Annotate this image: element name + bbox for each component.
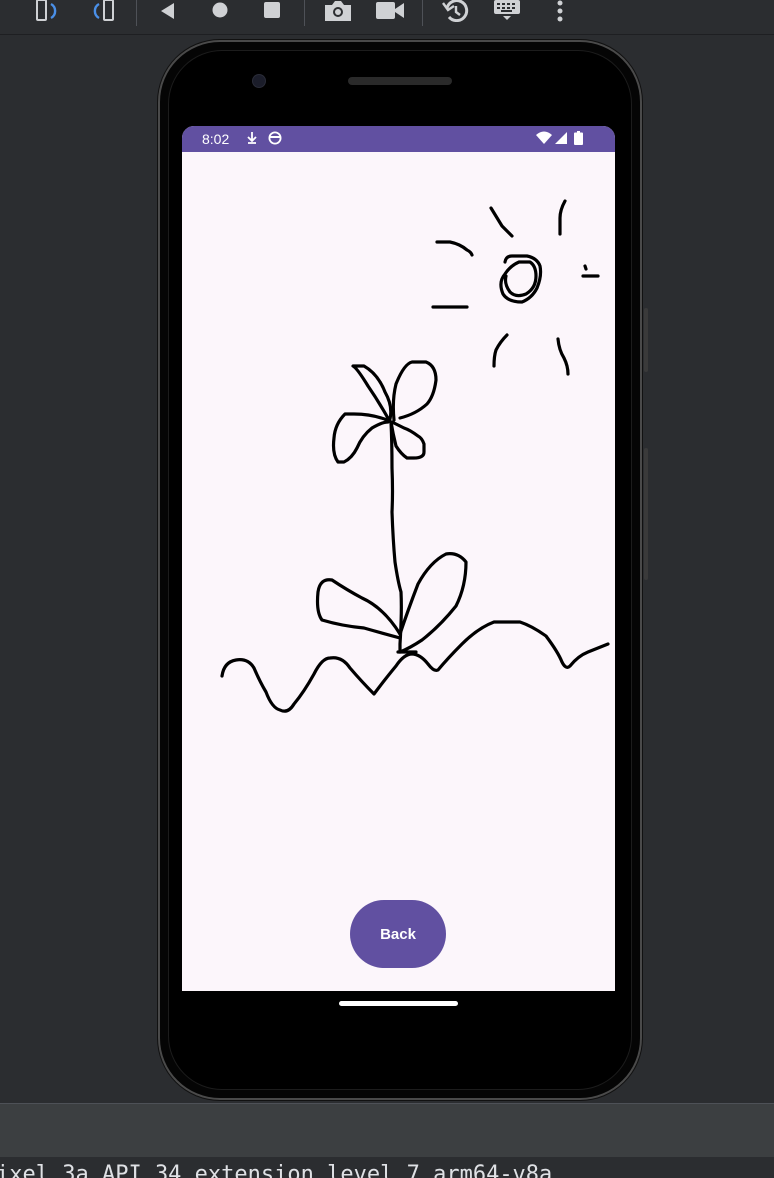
battery-icon: [574, 131, 583, 148]
sun-ray: [435, 240, 474, 257]
earpiece-speaker: [348, 77, 452, 85]
petal: [389, 420, 426, 460]
keyboard-icon[interactable]: [492, 0, 524, 22]
ground-line: [220, 620, 610, 713]
video-icon[interactable]: [374, 0, 406, 22]
petal: [351, 364, 393, 422]
volume-button[interactable]: [644, 448, 648, 580]
sun-ray: [489, 206, 514, 238]
sun-ray: [556, 337, 570, 376]
camera-icon[interactable]: [322, 0, 354, 22]
power-button[interactable]: [644, 308, 648, 372]
status-bar: 8:02: [182, 126, 615, 152]
signal-icon: [554, 131, 568, 148]
toolbar-divider: [422, 0, 423, 26]
more-vert-icon[interactable]: [548, 0, 572, 22]
wifi-icon: [536, 131, 552, 148]
petal: [331, 412, 390, 464]
front-camera: [253, 75, 265, 87]
drawing-canvas[interactable]: [182, 152, 615, 991]
back-button[interactable]: Back: [350, 900, 446, 968]
sun-ray: [583, 264, 588, 271]
leaf: [315, 578, 402, 640]
status-time: 8:02: [202, 131, 230, 147]
petal: [391, 360, 438, 422]
ide-bottom-panel: [0, 1103, 774, 1157]
stem: [389, 420, 403, 654]
gesture-nav-handle[interactable]: [339, 1001, 458, 1006]
device-label: ixel 3a API 34 extension level 7 arm64-v…: [0, 1157, 774, 1178]
sun-circle-stroke: [499, 254, 543, 304]
toolbar-divider: [136, 0, 137, 26]
rotate-left-icon[interactable]: [34, 0, 66, 22]
rotate-right-icon[interactable]: [86, 0, 118, 22]
leaf: [398, 552, 468, 654]
overview-square-icon[interactable]: [260, 0, 284, 22]
sun-ray: [558, 199, 567, 236]
sun-ray: [492, 333, 509, 368]
snapshot-history-icon[interactable]: [440, 0, 472, 22]
home-circle-icon[interactable]: [208, 0, 232, 22]
download-icon: [246, 131, 258, 148]
emulator-toolbar: [0, 0, 774, 35]
face-icon: [268, 131, 282, 148]
back-triangle-icon[interactable]: [156, 0, 180, 22]
phone-screen: 8:02 Back: [182, 126, 615, 991]
toolbar-divider: [304, 0, 305, 26]
